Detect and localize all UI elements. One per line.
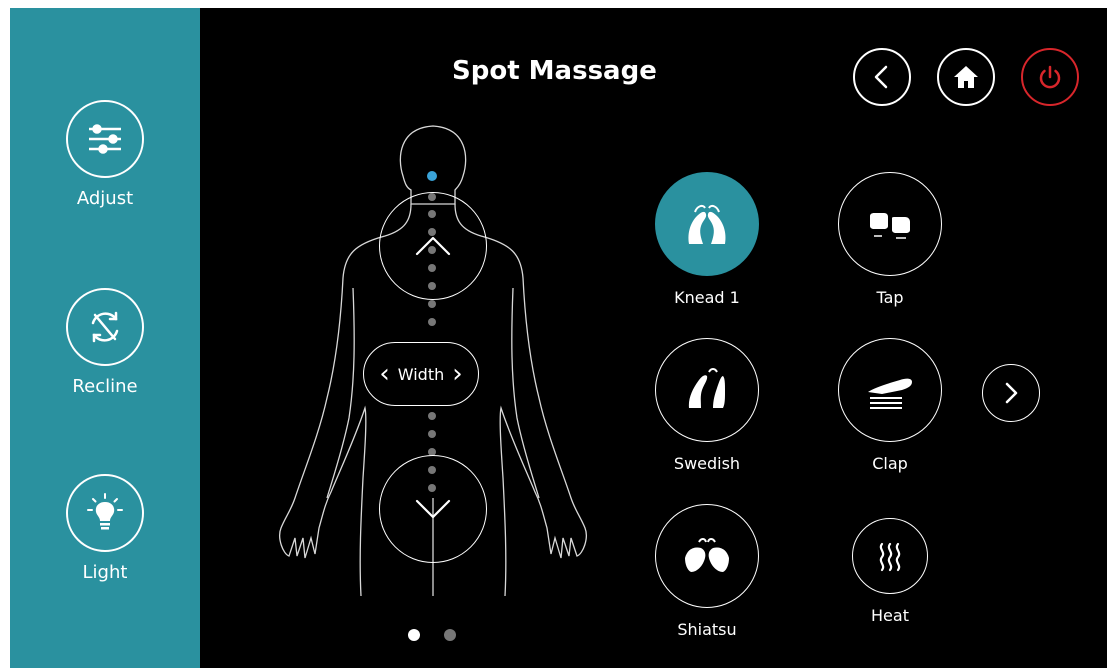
mode-label: Shiatsu <box>677 620 737 639</box>
chevron-left-icon <box>874 65 888 89</box>
sidebar-item-adjust[interactable]: Adjust <box>10 100 200 209</box>
knead-hands-icon <box>655 172 759 276</box>
sidebar-item-label: Adjust <box>76 188 134 209</box>
shiatsu-hands-icon <box>655 504 759 608</box>
power-icon <box>1039 65 1061 89</box>
mode-tap[interactable]: Tap <box>835 172 945 307</box>
sliders-icon <box>66 100 144 178</box>
mode-label: Heat <box>871 606 909 625</box>
mode-label: Knead 1 <box>674 288 740 307</box>
home-icon <box>954 66 978 88</box>
move-down-button[interactable] <box>379 455 487 563</box>
recline-arrows-icon <box>66 288 144 366</box>
chevron-up-icon <box>415 236 451 256</box>
app-screen: Adjust Recline Light Spot Massage ‹ Widt… <box>10 8 1107 668</box>
mode-heat[interactable]: Heat <box>835 518 945 625</box>
next-page-button[interactable] <box>982 364 1040 422</box>
mode-label: Tap <box>876 288 904 307</box>
move-up-button[interactable] <box>379 192 487 300</box>
page-indicator-active[interactable] <box>408 629 420 641</box>
swedish-hands-icon <box>655 338 759 442</box>
sidebar-item-light[interactable]: Light <box>10 474 200 583</box>
width-decrease-icon[interactable]: ‹ <box>379 361 389 387</box>
mode-clap[interactable]: Clap <box>835 338 945 473</box>
page-indicator[interactable] <box>444 629 456 641</box>
sidebar-item-recline[interactable]: Recline <box>10 288 200 397</box>
lightbulb-icon <box>66 474 144 552</box>
page-title: Spot Massage <box>452 56 657 86</box>
width-control[interactable]: ‹ Width › <box>363 342 479 406</box>
chevron-right-icon <box>1005 382 1018 404</box>
mode-label: Clap <box>872 454 908 473</box>
back-button[interactable] <box>853 48 911 106</box>
tap-fists-icon <box>838 172 942 276</box>
mode-shiatsu[interactable]: Shiatsu <box>652 504 762 639</box>
mode-swedish[interactable]: Swedish <box>652 338 762 473</box>
heat-waves-icon <box>852 518 928 594</box>
sidebar-item-label: Light <box>82 562 128 583</box>
power-button[interactable] <box>1021 48 1079 106</box>
home-button[interactable] <box>937 48 995 106</box>
sidebar-item-label: Recline <box>72 376 138 397</box>
active-massage-point <box>427 171 437 181</box>
width-increase-icon[interactable]: › <box>452 361 462 387</box>
chevron-down-icon <box>415 499 451 519</box>
sidebar: Adjust Recline Light <box>10 8 200 668</box>
mode-label: Swedish <box>673 454 741 473</box>
mode-knead-1[interactable]: Knead 1 <box>652 172 762 307</box>
width-label: Width <box>397 364 445 384</box>
clap-hand-icon <box>838 338 942 442</box>
